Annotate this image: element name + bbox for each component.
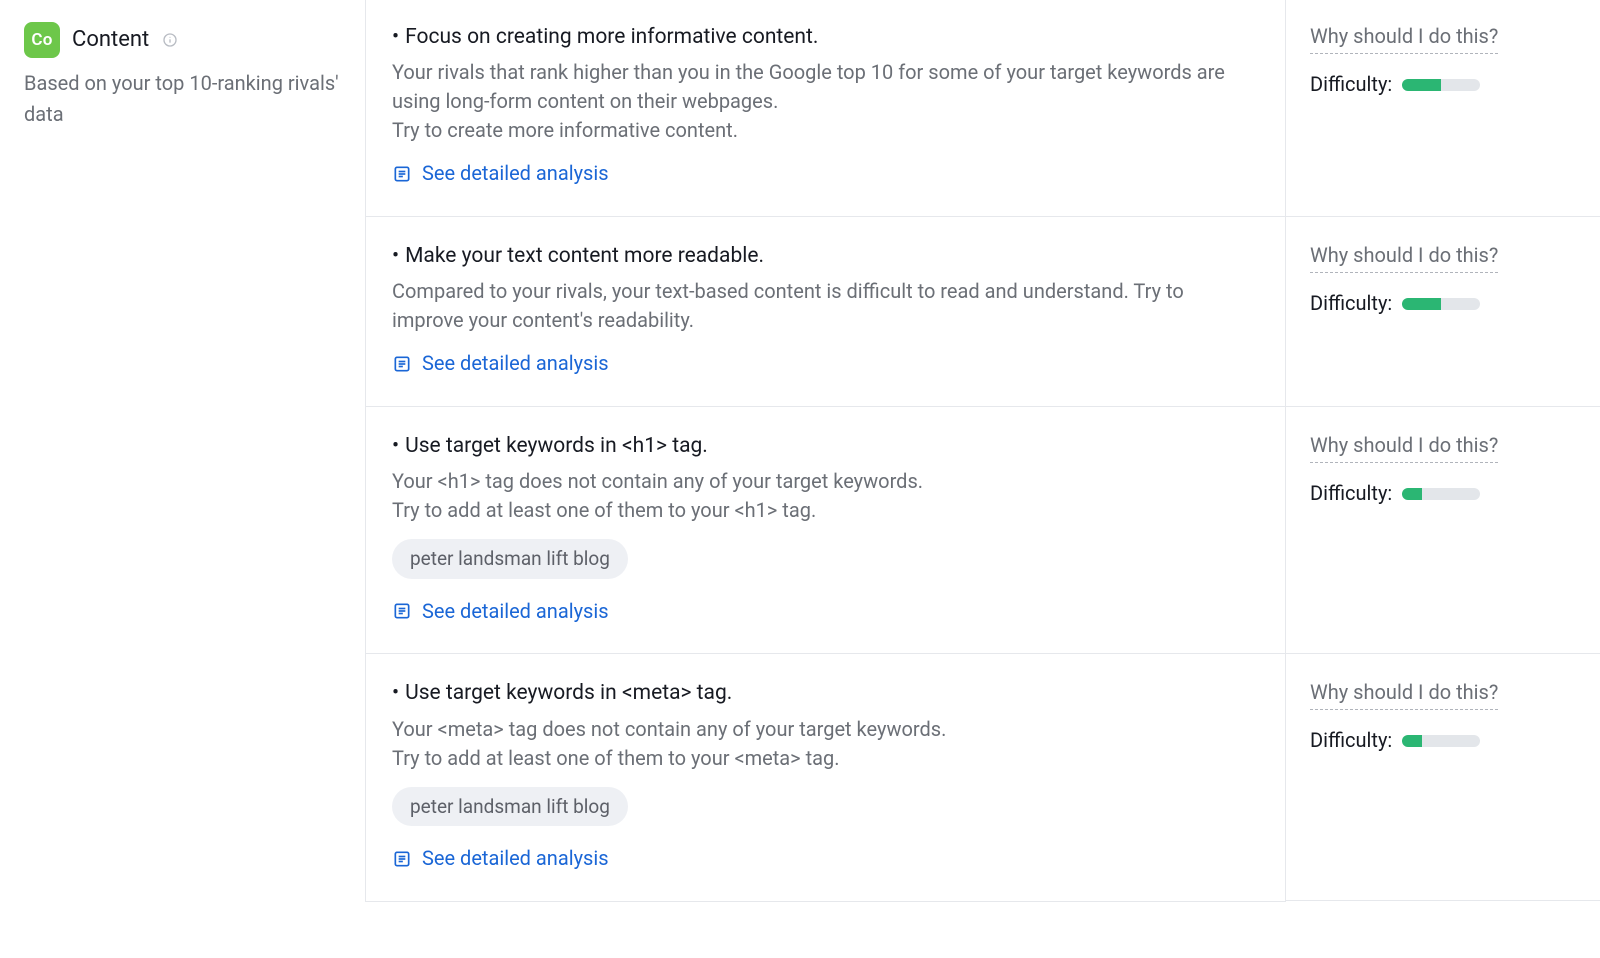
recommendation-item: •Make your text content more readable. Co… bbox=[366, 217, 1285, 407]
why-should-i-do-this-link[interactable]: Why should I do this? bbox=[1310, 22, 1498, 54]
difficulty-segment bbox=[1422, 79, 1442, 91]
recommendation-item: •Use target keywords in <h1> tag. Your <h… bbox=[366, 407, 1285, 654]
category-badge: Co bbox=[24, 22, 60, 58]
difficulty-row: Difficulty: bbox=[1310, 479, 1578, 508]
keyword-chips: peter landsman lift blog bbox=[392, 787, 1259, 827]
difficulty-segment bbox=[1402, 488, 1422, 500]
recommendation-title: •Make your text content more readable. bbox=[392, 241, 1259, 271]
difficulty-segment bbox=[1461, 79, 1481, 91]
difficulty-bar bbox=[1402, 488, 1480, 500]
recommendation-item: •Focus on creating more informative cont… bbox=[366, 0, 1285, 217]
why-should-i-do-this-link[interactable]: Why should I do this? bbox=[1310, 241, 1498, 273]
difficulty-segment bbox=[1461, 298, 1481, 310]
difficulty-segment bbox=[1402, 298, 1422, 310]
difficulty-row: Difficulty: bbox=[1310, 70, 1578, 99]
info-icon[interactable] bbox=[161, 31, 179, 49]
difficulty-row: Difficulty: bbox=[1310, 726, 1578, 755]
difficulty-bar bbox=[1402, 79, 1480, 91]
keyword-chip[interactable]: peter landsman lift blog bbox=[392, 787, 628, 827]
category-panel: Co Content Based on your top 10-ranking … bbox=[0, 0, 365, 902]
difficulty-label: Difficulty: bbox=[1310, 726, 1392, 755]
difficulty-segment bbox=[1422, 735, 1442, 747]
difficulty-segment bbox=[1422, 298, 1442, 310]
keyword-chip[interactable]: peter landsman lift blog bbox=[392, 539, 628, 579]
why-should-i-do-this-link[interactable]: Why should I do this? bbox=[1310, 678, 1498, 710]
difficulty-segment bbox=[1422, 488, 1442, 500]
document-icon bbox=[392, 354, 412, 374]
document-icon bbox=[392, 849, 412, 869]
why-should-i-do-this-link[interactable]: Why should I do this? bbox=[1310, 431, 1498, 463]
difficulty-segment bbox=[1461, 735, 1481, 747]
recommendation-description: Your <meta> tag does not contain any of … bbox=[392, 715, 1259, 773]
difficulty-bar bbox=[1402, 298, 1480, 310]
recommendation-description: Compared to your rivals, your text-based… bbox=[392, 277, 1259, 335]
see-detailed-analysis-link[interactable]: See detailed analysis bbox=[392, 159, 609, 188]
difficulty-row: Difficulty: bbox=[1310, 289, 1578, 318]
difficulty-segment bbox=[1402, 735, 1422, 747]
difficulty-segment bbox=[1441, 298, 1461, 310]
difficulty-segment bbox=[1441, 488, 1461, 500]
recommendation-meta: Why should I do this? Difficulty: bbox=[1286, 407, 1600, 654]
see-detailed-analysis-link[interactable]: See detailed analysis bbox=[392, 844, 609, 873]
recommendation-description: Your rivals that rank higher than you in… bbox=[392, 58, 1259, 145]
recommendation-title: •Focus on creating more informative cont… bbox=[392, 22, 1259, 52]
keyword-chips: peter landsman lift blog bbox=[392, 539, 1259, 579]
recommendations-list: •Focus on creating more informative cont… bbox=[365, 0, 1285, 902]
recommendation-meta: Why should I do this? Difficulty: bbox=[1286, 654, 1600, 901]
difficulty-label: Difficulty: bbox=[1310, 479, 1392, 508]
recommendation-meta: Why should I do this? Difficulty: bbox=[1286, 217, 1600, 407]
category-title: Content bbox=[72, 24, 149, 56]
difficulty-segment bbox=[1441, 735, 1461, 747]
difficulty-label: Difficulty: bbox=[1310, 70, 1392, 99]
document-icon bbox=[392, 601, 412, 621]
recommendation-item: •Use target keywords in <meta> tag. Your … bbox=[366, 654, 1285, 901]
difficulty-bar bbox=[1402, 735, 1480, 747]
recommendation-meta: Why should I do this? Difficulty: bbox=[1286, 0, 1600, 217]
meta-list: Why should I do this?Difficulty:Why shou… bbox=[1285, 0, 1600, 902]
see-detailed-analysis-link[interactable]: See detailed analysis bbox=[392, 597, 609, 626]
category-subtitle: Based on your top 10-ranking rivals' dat… bbox=[24, 68, 341, 130]
document-icon bbox=[392, 164, 412, 184]
difficulty-label: Difficulty: bbox=[1310, 289, 1392, 318]
difficulty-segment bbox=[1402, 79, 1422, 91]
difficulty-segment bbox=[1441, 79, 1461, 91]
recommendation-title: •Use target keywords in <meta> tag. bbox=[392, 678, 1259, 708]
difficulty-segment bbox=[1461, 488, 1481, 500]
see-detailed-analysis-link[interactable]: See detailed analysis bbox=[392, 349, 609, 378]
recommendation-title: •Use target keywords in <h1> tag. bbox=[392, 431, 1259, 461]
recommendation-description: Your <h1> tag does not contain any of yo… bbox=[392, 467, 1259, 525]
